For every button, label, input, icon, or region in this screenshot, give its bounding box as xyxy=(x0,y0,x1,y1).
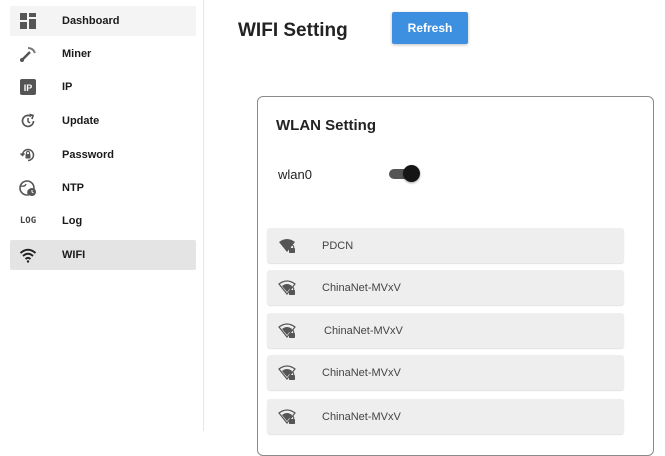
ip-icon: IP xyxy=(18,77,38,97)
wlan-setting-card: WLAN Setting wlan0 PDCN ChinaNet-MVxV Ch… xyxy=(257,96,654,456)
sidebar-item-label: Password xyxy=(62,149,114,161)
password-icon xyxy=(18,145,38,165)
sidebar: Dashboard Miner IP IP Update Password NT… xyxy=(0,0,204,431)
sidebar-item-log[interactable]: LOG Log xyxy=(10,206,196,236)
wifi-lock-icon xyxy=(278,365,296,380)
sidebar-item-label: WIFI xyxy=(62,249,86,261)
network-item[interactable]: PDCN xyxy=(267,228,624,263)
dashboard-icon xyxy=(18,11,38,31)
miner-icon xyxy=(18,44,38,64)
sidebar-item-label: Update xyxy=(62,115,100,127)
wifi-lock-icon xyxy=(279,239,295,253)
refresh-button[interactable]: Refresh xyxy=(392,12,468,44)
sidebar-item-password[interactable]: Password xyxy=(10,140,196,170)
sidebar-item-label: Log xyxy=(62,215,83,227)
network-item[interactable]: ChinaNet-MVxV xyxy=(267,313,624,348)
network-ssid: PDCN xyxy=(322,239,354,252)
sidebar-item-label: NTP xyxy=(62,182,84,194)
sidebar-item-label: Miner xyxy=(62,48,92,60)
wifi-icon xyxy=(18,245,38,265)
network-ssid: ChinaNet-MVxV xyxy=(324,324,403,337)
svg-text:IP: IP xyxy=(24,83,33,93)
network-ssid: ChinaNet-MVxV xyxy=(322,410,401,423)
page-title: WIFI Setting xyxy=(238,20,348,41)
sidebar-item-update[interactable]: Update xyxy=(10,106,196,136)
sidebar-item-miner[interactable]: Miner xyxy=(10,39,196,69)
interface-label: wlan0 xyxy=(278,167,312,182)
wifi-lock-icon xyxy=(278,280,296,295)
sidebar-item-wifi[interactable]: WIFI xyxy=(10,240,196,270)
update-icon xyxy=(18,111,38,131)
sidebar-item-ip[interactable]: IP IP xyxy=(10,72,196,102)
toggle-knob xyxy=(403,165,420,182)
card-title: WLAN Setting xyxy=(276,117,376,134)
ntp-icon xyxy=(18,178,38,198)
wifi-lock-icon xyxy=(278,323,296,338)
network-item[interactable]: ChinaNet-MVxV xyxy=(267,270,624,305)
log-icon: LOG xyxy=(19,216,37,226)
sidebar-item-label: IP xyxy=(62,81,73,93)
network-ssid: ChinaNet-MVxV xyxy=(322,366,401,379)
wlan-toggle[interactable] xyxy=(389,165,420,183)
main-content: WIFI Setting Refresh WLAN Setting wlan0 … xyxy=(204,0,665,456)
network-item[interactable]: ChinaNet-MVxV xyxy=(267,399,624,434)
sidebar-item-dashboard[interactable]: Dashboard xyxy=(10,6,196,36)
network-item[interactable]: ChinaNet-MVxV xyxy=(267,355,624,390)
wifi-lock-icon xyxy=(278,409,296,424)
network-ssid: ChinaNet-MVxV xyxy=(322,281,401,294)
sidebar-item-ntp[interactable]: NTP xyxy=(10,173,196,203)
sidebar-item-label: Dashboard xyxy=(62,15,120,27)
